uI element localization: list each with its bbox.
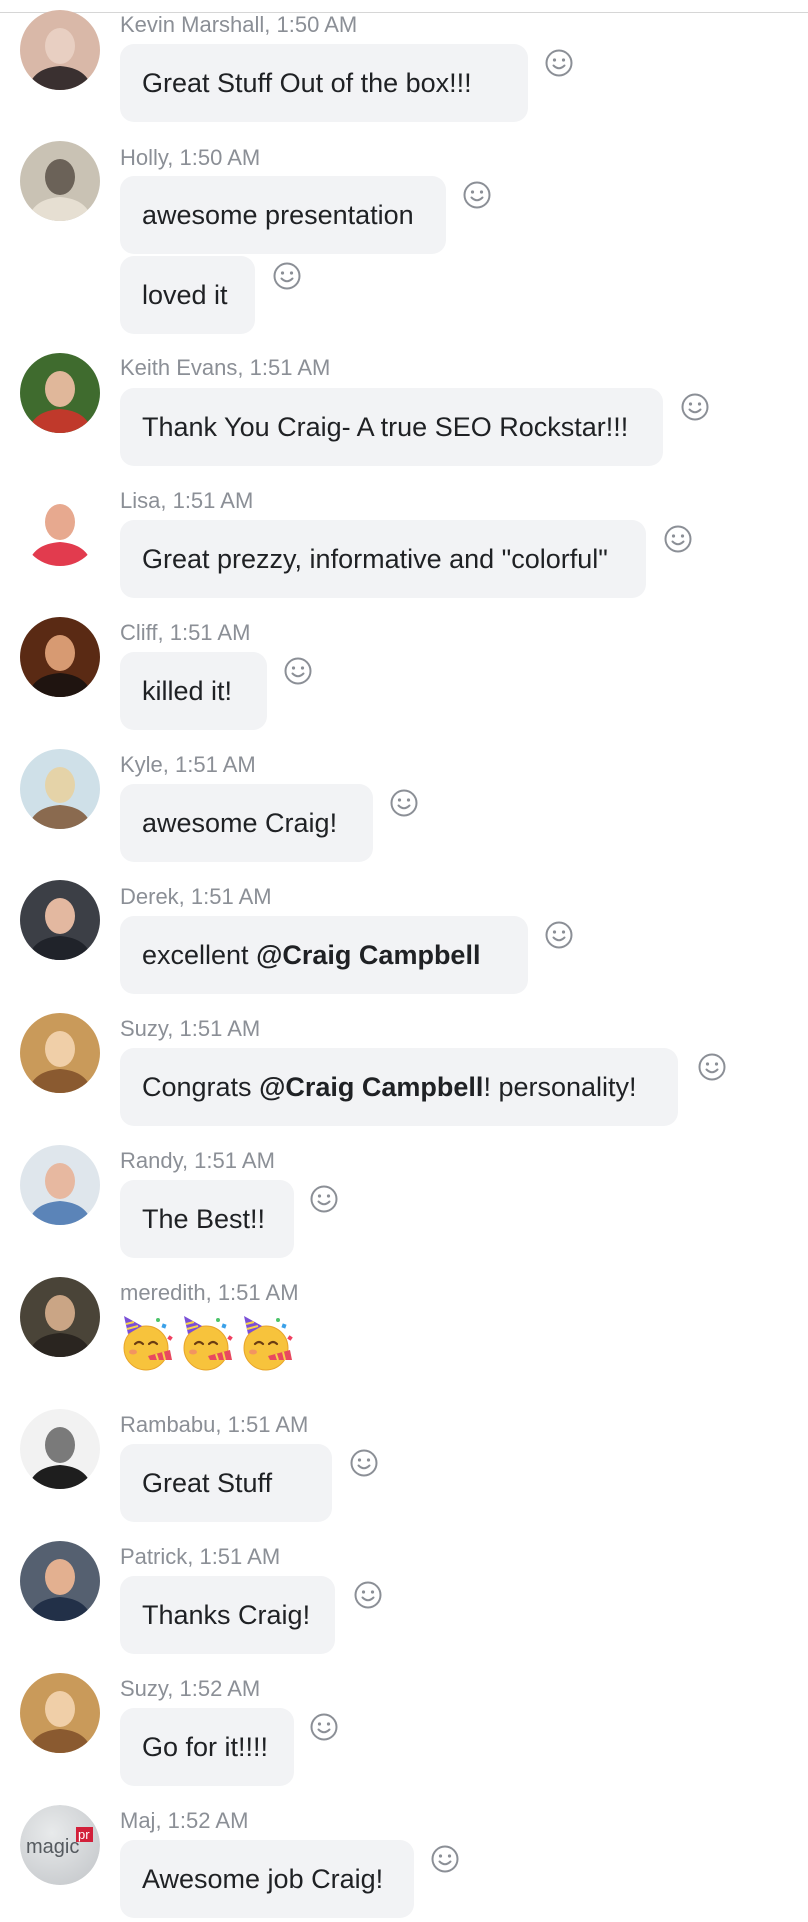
message-bubble[interactable]: awesome Craig!	[120, 784, 373, 862]
add-reaction-smiley-icon[interactable]	[697, 1052, 727, 1082]
message-sender-time: Rambabu, 1:51 AM	[120, 1412, 309, 1437]
add-reaction-smiley-icon[interactable]	[389, 788, 419, 818]
message-sender-time: Lisa, 1:51 AM	[120, 488, 254, 513]
emoji-message	[118, 1314, 298, 1376]
add-reaction-smiley-icon[interactable]	[283, 656, 313, 686]
avatar-logo-badge-text: pr	[78, 1827, 90, 1842]
add-reaction-smiley-icon[interactable]	[680, 392, 710, 422]
avatar[interactable]	[20, 1277, 100, 1357]
message-bubble[interactable]: loved it	[120, 256, 255, 334]
message-text: Thanks Craig!	[142, 1600, 311, 1630]
message-text: killed it!	[142, 676, 233, 706]
message-bubble[interactable]: The Best!!	[120, 1180, 294, 1258]
message-text: Go for it!!!!	[142, 1732, 269, 1762]
avatar[interactable]	[20, 1013, 100, 1093]
avatar[interactable]	[20, 486, 100, 566]
partying-face-emoji	[243, 1316, 293, 1371]
avatar[interactable]	[20, 1409, 100, 1489]
partying-face-emoji	[123, 1316, 173, 1371]
avatar[interactable]	[20, 1673, 100, 1753]
add-reaction-smiley-icon[interactable]	[544, 920, 574, 950]
add-reaction-smiley-icon[interactable]	[353, 1580, 383, 1610]
message-sender-time: Suzy, 1:51 AM	[120, 1016, 261, 1041]
add-reaction-smiley-icon[interactable]	[309, 1184, 339, 1214]
message-text: The Best!!	[142, 1204, 266, 1234]
message-sender-time: Randy, 1:51 AM	[120, 1148, 275, 1173]
add-reaction-smiley-icon[interactable]	[309, 1712, 339, 1742]
message-sender-time: Patrick, 1:51 AM	[120, 1544, 281, 1569]
message-sender-time: Maj, 1:52 AM	[120, 1808, 249, 1833]
avatar[interactable]	[20, 1541, 100, 1621]
message-text: awesome Craig!	[142, 808, 338, 838]
user-mention[interactable]: @Craig Campbell	[259, 1072, 483, 1102]
avatar[interactable]	[20, 880, 100, 960]
message-sender-time: Kevin Marshall, 1:50 AM	[120, 12, 358, 37]
message-text: Great Stuff Out of the box!!!	[142, 68, 472, 98]
message-bubble[interactable]: Congrats @Craig Campbell! personality!	[120, 1048, 678, 1126]
avatar[interactable]	[20, 749, 100, 829]
avatar[interactable]: magic pr	[20, 1805, 100, 1885]
message-text: awesome presentation	[142, 200, 414, 230]
message-sender-time: Kyle, 1:51 AM	[120, 752, 256, 777]
user-mention[interactable]: @Craig Campbell	[256, 940, 480, 970]
message-text: Thank You Craig- A true SEO Rockstar!!!	[142, 412, 629, 442]
avatar-logo-text: magic	[26, 1836, 79, 1858]
message-sender-time: Cliff, 1:51 AM	[120, 620, 251, 645]
avatar[interactable]	[20, 1145, 100, 1225]
message-bubble[interactable]: Go for it!!!!	[120, 1708, 294, 1786]
message-bubble[interactable]: awesome presentation	[120, 176, 446, 254]
avatar[interactable]	[20, 10, 100, 90]
add-reaction-smiley-icon[interactable]	[349, 1448, 379, 1478]
message-text: Great Stuff	[142, 1468, 273, 1498]
partying-face-emoji	[183, 1316, 233, 1371]
message-sender-time: Holly, 1:50 AM	[120, 145, 261, 170]
add-reaction-smiley-icon[interactable]	[462, 180, 492, 210]
message-bubble[interactable]: excellent @Craig Campbell	[120, 916, 528, 994]
message-bubble[interactable]: Awesome job Craig!	[120, 1840, 414, 1918]
message-text: ! personality!	[483, 1072, 637, 1102]
message-sender-time: Derek, 1:51 AM	[120, 884, 272, 909]
message-bubble[interactable]: Great Stuff Out of the box!!!	[120, 44, 528, 122]
message-text: loved it	[142, 280, 228, 310]
message-sender-time: meredith, 1:51 AM	[120, 1280, 299, 1305]
message-sender-time: Suzy, 1:52 AM	[120, 1676, 261, 1701]
message-text: Great prezzy, informative and "colorful"	[142, 544, 608, 574]
add-reaction-smiley-icon[interactable]	[544, 48, 574, 78]
message-bubble[interactable]: Great Stuff	[120, 1444, 332, 1522]
avatar[interactable]	[20, 617, 100, 697]
add-reaction-smiley-icon[interactable]	[430, 1844, 460, 1874]
message-text: Congrats	[142, 1072, 260, 1102]
message-bubble[interactable]: Great prezzy, informative and "colorful"	[120, 520, 646, 598]
chat-message-list: Kevin Marshall, 1:50 AM Great Stuff Out o…	[0, 0, 808, 1922]
message-text: excellent	[142, 940, 257, 970]
message-bubble[interactable]: killed it!	[120, 652, 267, 730]
add-reaction-smiley-icon[interactable]	[272, 261, 302, 291]
message-text: Awesome job Craig!	[142, 1864, 384, 1894]
message-sender-time: Keith Evans, 1:51 AM	[120, 355, 331, 380]
add-reaction-smiley-icon[interactable]	[663, 524, 693, 554]
avatar[interactable]	[20, 141, 100, 221]
message-bubble[interactable]: Thank You Craig- A true SEO Rockstar!!!	[120, 388, 663, 466]
avatar[interactable]	[20, 353, 100, 433]
message-bubble[interactable]: Thanks Craig!	[120, 1576, 335, 1654]
